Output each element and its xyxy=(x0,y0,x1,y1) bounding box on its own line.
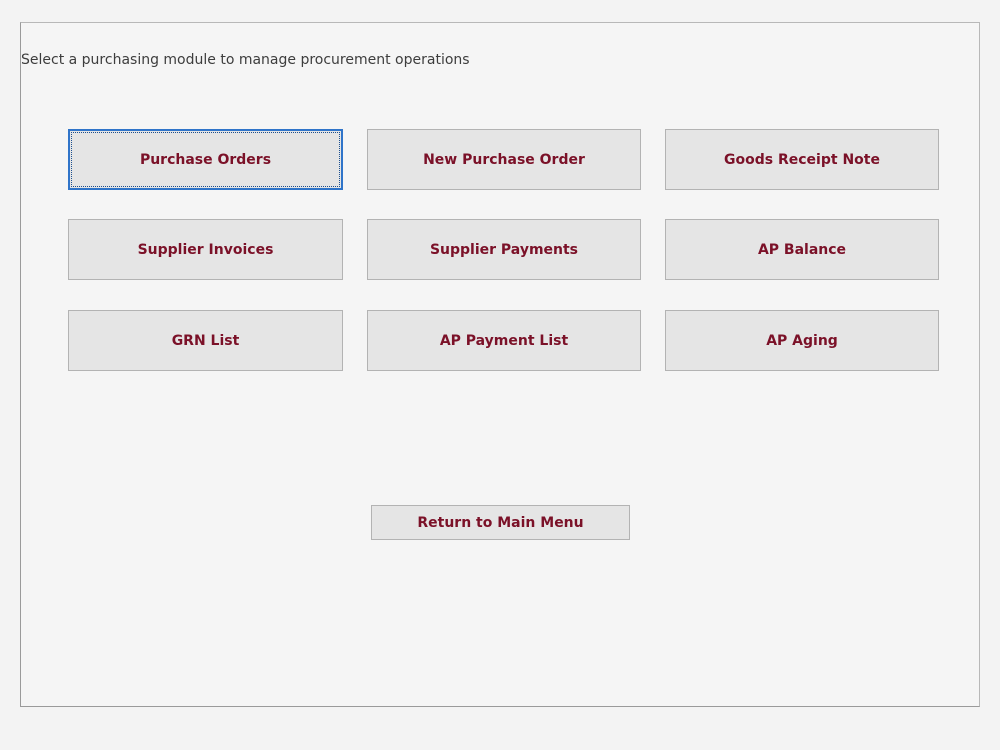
supplier-invoices-button[interactable]: Supplier Invoices xyxy=(68,219,343,280)
ap-payment-list-button[interactable]: AP Payment List xyxy=(367,310,641,371)
return-to-main-menu-button[interactable]: Return to Main Menu xyxy=(371,505,630,540)
goods-receipt-note-button[interactable]: Goods Receipt Note xyxy=(665,129,939,190)
supplier-payments-button[interactable]: Supplier Payments xyxy=(367,219,641,280)
ap-aging-button[interactable]: AP Aging xyxy=(665,310,939,371)
ap-balance-button[interactable]: AP Balance xyxy=(665,219,939,280)
purchase-orders-button[interactable]: Purchase Orders xyxy=(68,129,343,190)
new-purchase-order-button[interactable]: New Purchase Order xyxy=(367,129,641,190)
instruction-text: Select a purchasing module to manage pro… xyxy=(21,52,470,68)
grn-list-button[interactable]: GRN List xyxy=(68,310,343,371)
